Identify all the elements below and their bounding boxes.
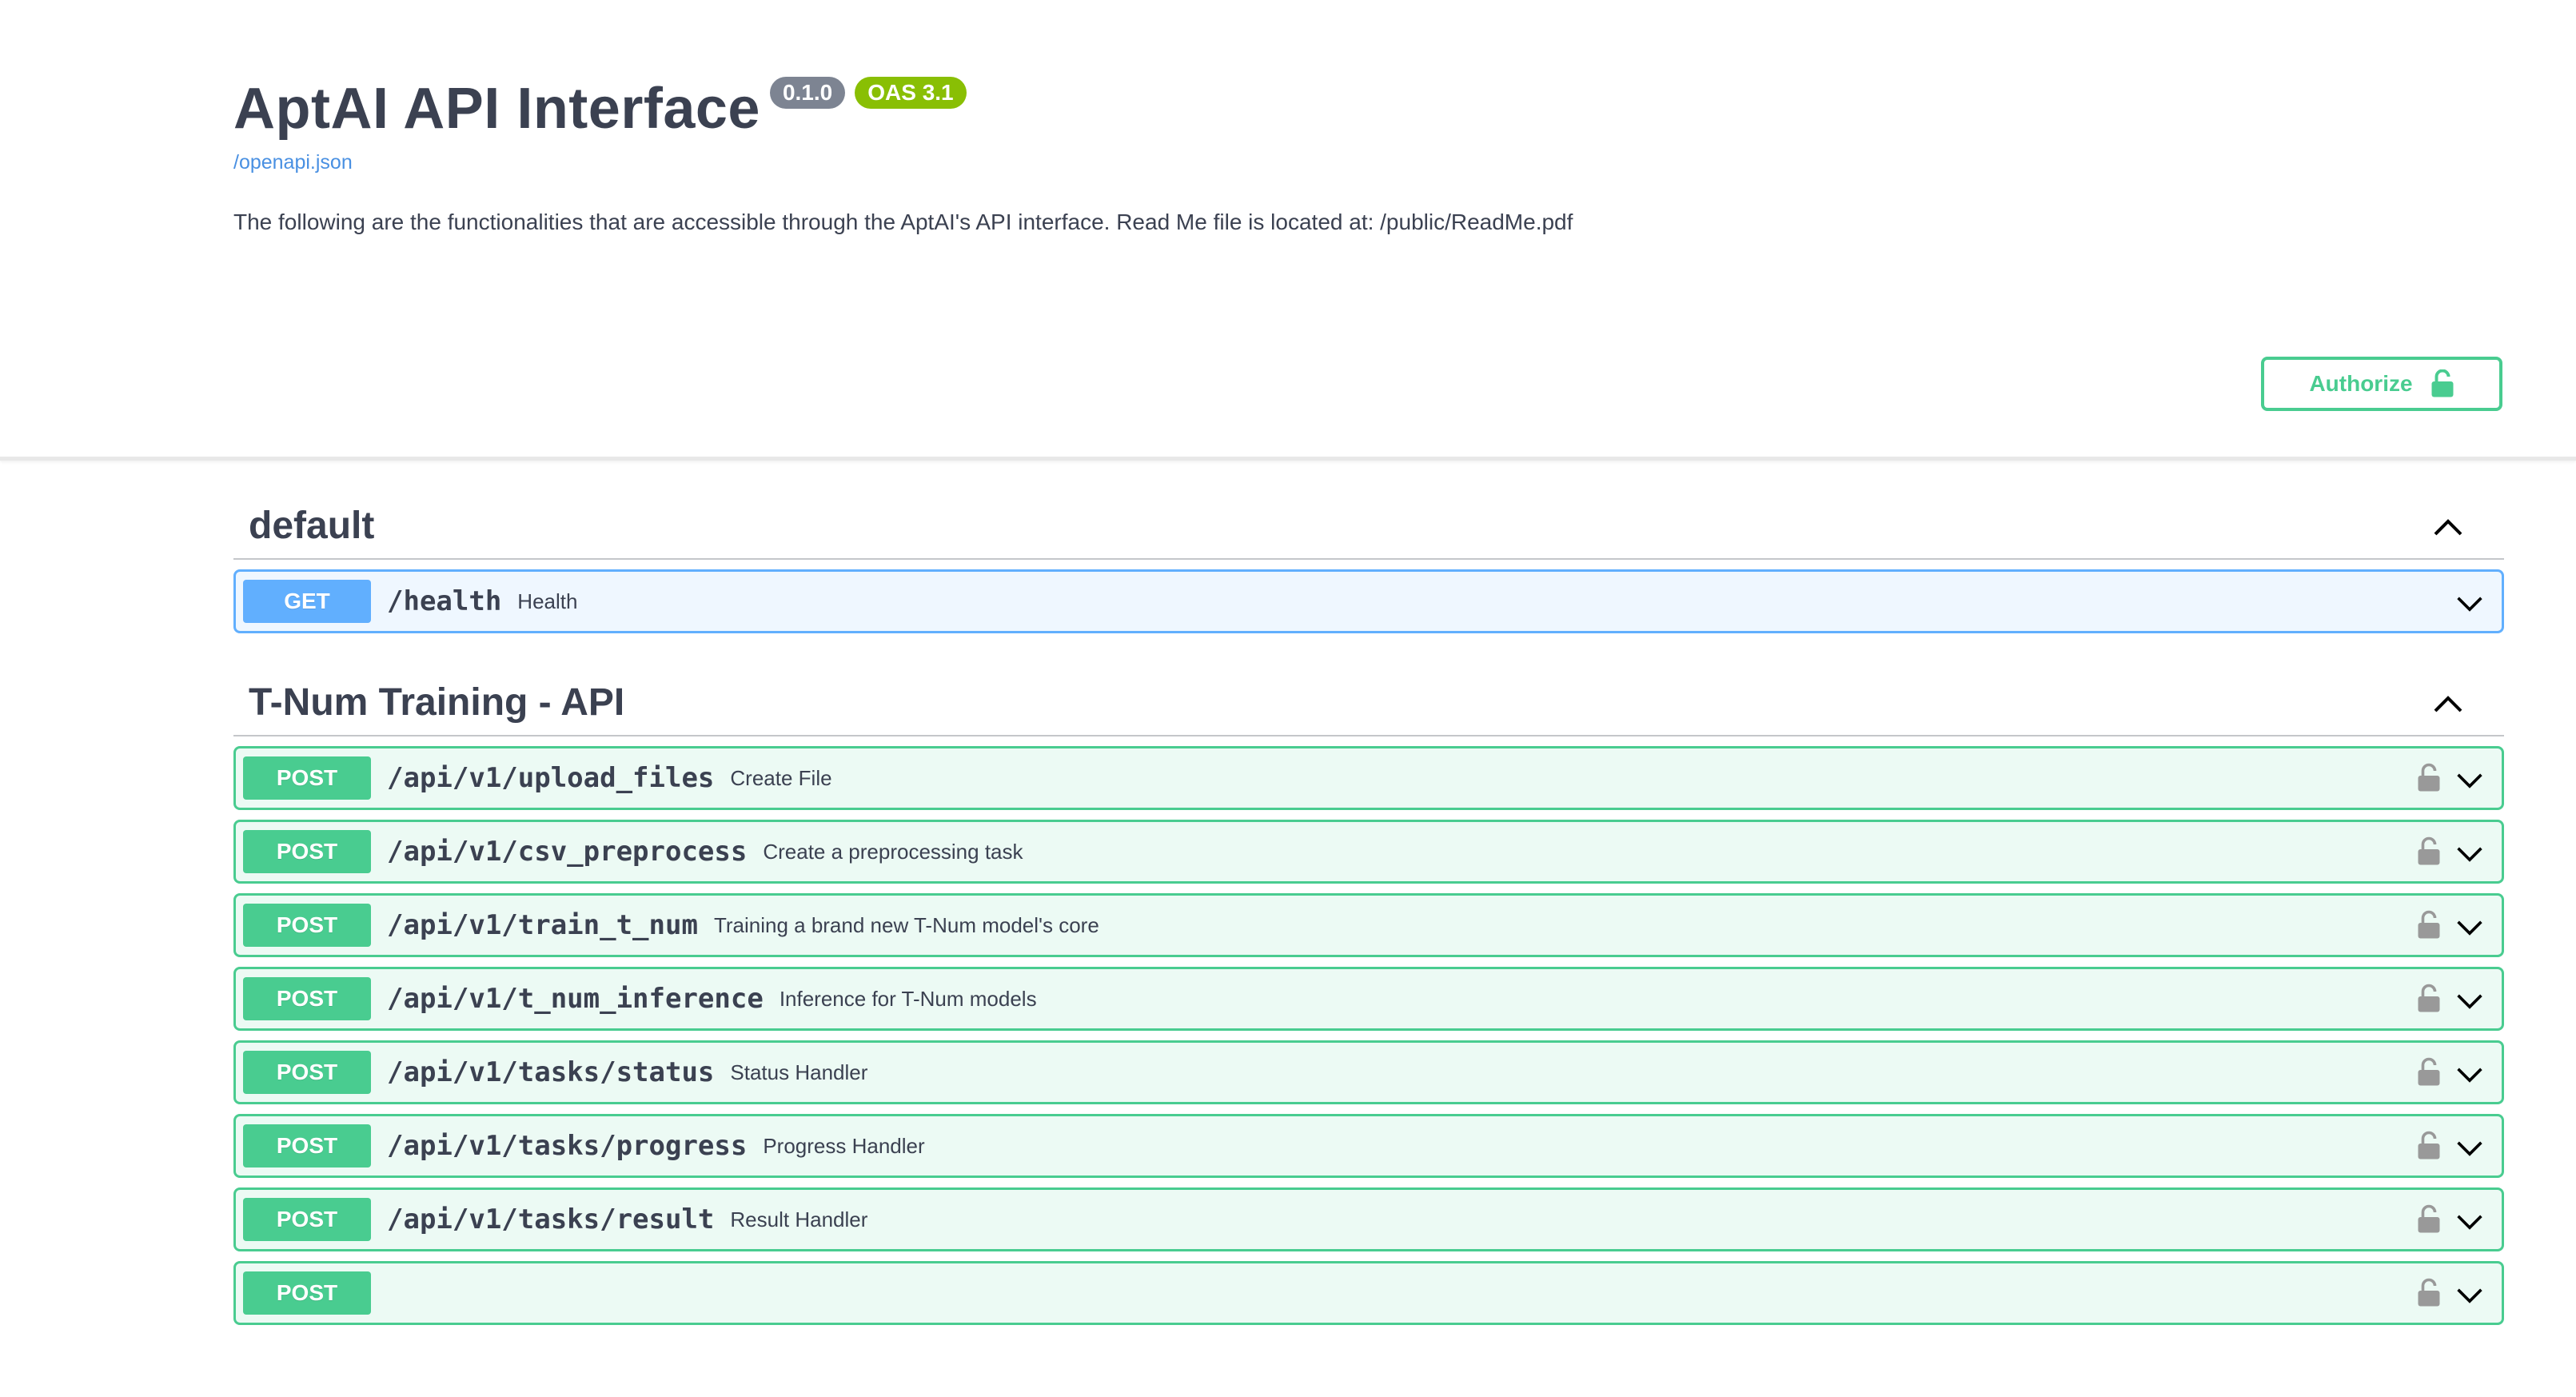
operation-summary: Create a preprocessing task (763, 839, 1023, 864)
method-badge: POST (243, 1271, 371, 1315)
operations-list: GET/health Health (233, 569, 2504, 633)
operation-path: /api/v1/train_t_num (387, 909, 698, 941)
operation-post[interactable]: POST/api/v1/tasks/status Status Handler (233, 1040, 2504, 1104)
operation-summary: Create File (730, 765, 832, 790)
auth-wrapper: Authorize (2261, 357, 2502, 411)
chevron-down-icon[interactable] (2454, 987, 2486, 1016)
unlocked-lock-icon[interactable] (2417, 1057, 2441, 1088)
unlocked-lock-icon[interactable] (2417, 984, 2441, 1014)
method-badge: POST (243, 904, 371, 947)
operation-path: /api/v1/tasks/status (387, 1056, 715, 1088)
operation-post[interactable]: POST/api/v1/upload_files Create File (233, 746, 2504, 810)
operation-path: /api/v1/t_num_inference (387, 983, 764, 1015)
tag-section-t-num-training: T-Num Training - API POST/api/v1/upload_… (233, 671, 2504, 1325)
unlocked-lock-icon[interactable] (2417, 1278, 2441, 1308)
tag-header-t-num-training[interactable]: T-Num Training - API (233, 671, 2504, 736)
method-badge: POST (243, 1198, 371, 1241)
operation-post[interactable]: POST/api/v1/train_t_num Training a brand … (233, 893, 2504, 957)
chevron-down-icon[interactable] (2454, 1207, 2486, 1236)
api-description: The following are the functionalities th… (233, 210, 1573, 234)
title-row: AptAI API Interface 0.1.0 OAS 3.1 (233, 69, 2504, 149)
tag-section-default: default GET/health Health (233, 494, 2504, 633)
swagger-page: AptAI API Interface 0.1.0 OAS 3.1 /opena… (0, 0, 2576, 1397)
oas-badge: OAS 3.1 (855, 77, 967, 109)
operation-summary: Result Handler (730, 1207, 868, 1231)
operations-list: POST/api/v1/upload_files Create File POST /… (233, 746, 2504, 1325)
operation-post[interactable]: POST/api/v1/tasks/result Result Handler (233, 1187, 2504, 1251)
method-badge: GET (243, 580, 371, 623)
api-info: AptAI API Interface 0.1.0 OAS 3.1 /opena… (233, 69, 2504, 238)
version-badge: 0.1.0 (769, 77, 846, 109)
operation-post[interactable]: POST/api/v1/tasks/progress Progress Handl… (233, 1114, 2504, 1178)
chevron-down-icon[interactable] (2454, 840, 2486, 868)
unlocked-lock-icon (2431, 369, 2454, 397)
operation-summary: Training a brand new T-Num model's core (713, 912, 1099, 937)
method-badge: POST (243, 830, 371, 873)
operation-summary: Progress Handler (763, 1133, 925, 1158)
operation-post[interactable]: POST/api/v1/t_num_inference Inference for… (233, 967, 2504, 1031)
scheme-divider (0, 457, 2576, 461)
authorize-label: Authorize (2309, 371, 2413, 396)
operation-path: /health (387, 585, 502, 617)
operation-path: /api/v1/tasks/result (387, 1203, 715, 1235)
chevron-down-icon[interactable] (2454, 913, 2486, 942)
operation-post[interactable]: POST/api/v1/csv_preprocess Create a prepr… (233, 820, 2504, 884)
operation-post[interactable]: POST (233, 1261, 2504, 1325)
operation-path: /api/v1/csv_preprocess (387, 836, 748, 868)
chevron-down-icon[interactable] (2454, 1281, 2486, 1310)
chevron-down-icon[interactable] (2454, 1060, 2486, 1089)
operation-summary: Status Handler (730, 1060, 868, 1084)
tag-name: T-Num Training - API (249, 681, 625, 724)
chevron-down-icon[interactable] (2454, 1134, 2486, 1163)
operation-summary: Health (517, 589, 578, 613)
unlocked-lock-icon[interactable] (2417, 910, 2441, 940)
tag-header-default[interactable]: default (233, 494, 2504, 560)
page-title: AptAI API Interface (233, 77, 760, 141)
method-badge: POST (243, 1051, 371, 1094)
operation-summary: Inference for T-Num models (779, 986, 1037, 1011)
chevron-down-icon[interactable] (2454, 766, 2486, 795)
chevron-up-icon[interactable] (2432, 689, 2464, 720)
unlocked-lock-icon[interactable] (2417, 763, 2441, 793)
chevron-up-icon[interactable] (2432, 512, 2464, 544)
operation-path: /api/v1/upload_files (387, 762, 715, 794)
unlocked-lock-icon[interactable] (2417, 1131, 2441, 1161)
operation-path: /api/v1/tasks/progress (387, 1130, 748, 1162)
method-badge: POST (243, 977, 371, 1020)
openapi-json-link[interactable]: /openapi.json (233, 150, 2504, 174)
method-badge: POST (243, 756, 371, 800)
unlocked-lock-icon[interactable] (2417, 1204, 2441, 1235)
chevron-down-icon[interactable] (2454, 589, 2486, 618)
method-badge: POST (243, 1124, 371, 1167)
operation-get[interactable]: GET/health Health (233, 569, 2504, 633)
authorize-button[interactable]: Authorize (2261, 357, 2502, 411)
tag-name: default (249, 505, 375, 547)
unlocked-lock-icon[interactable] (2417, 836, 2441, 867)
